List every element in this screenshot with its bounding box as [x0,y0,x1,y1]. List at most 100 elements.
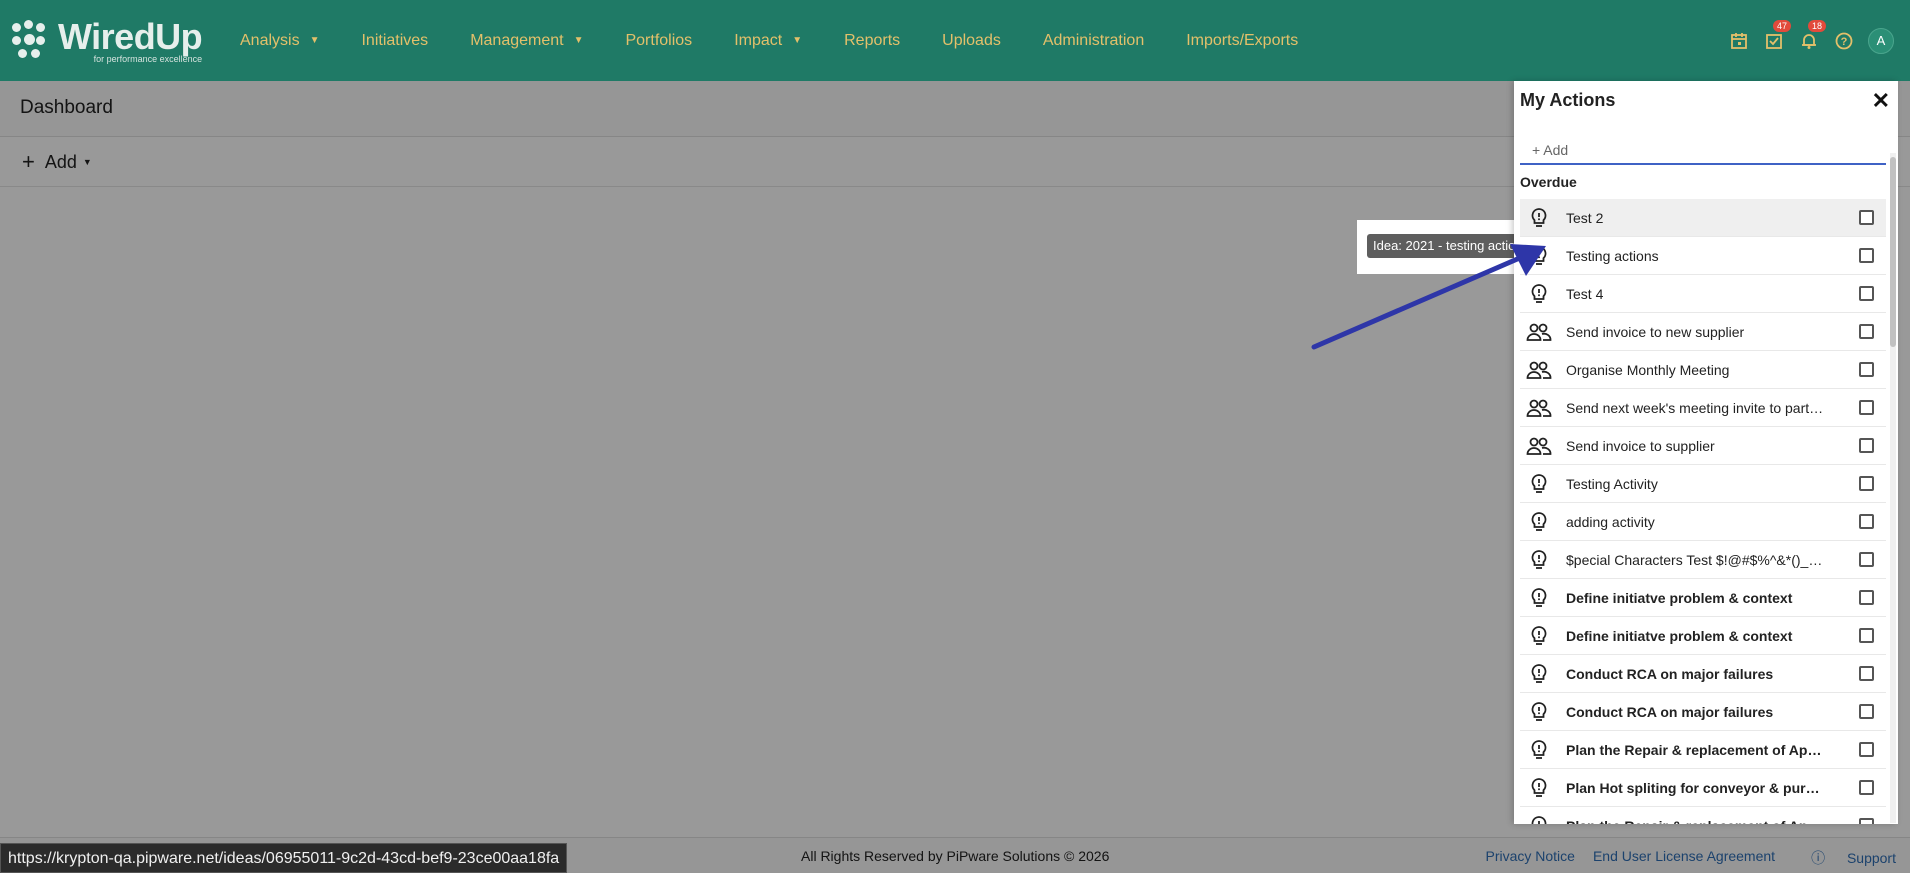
logo-tagline: for performance excellence [93,54,203,64]
action-list-item[interactable]: Send next week's meeting invite to parti… [1520,389,1886,427]
lightbulb-icon [1524,199,1554,237]
action-list-item[interactable]: $pecial Characters Test $!@#$%^&*()_+… [1520,541,1886,579]
caret-down-icon: ▼ [792,35,803,46]
action-complete-checkbox[interactable] [1859,248,1874,263]
action-complete-checkbox[interactable] [1859,400,1874,415]
nav-portfolios[interactable]: Portfolios [625,32,692,50]
action-complete-checkbox[interactable] [1859,438,1874,453]
nav-uploads[interactable]: Uploads [942,32,1001,50]
action-title[interactable]: Plan the Repair & replacement of Apro… [1566,742,1826,758]
nav-label: Impact [734,31,783,49]
lightbulb-icon [1524,465,1554,503]
action-complete-checkbox[interactable] [1859,210,1874,225]
action-list-item[interactable]: Test 4 [1520,275,1886,313]
nav-impact[interactable]: Impact ▼ [734,32,802,50]
panel-title: My Actions [1520,90,1616,110]
lightbulb-icon [1524,617,1554,655]
action-title[interactable]: Organise Monthly Meeting [1566,362,1826,378]
action-title[interactable]: Plan the Repair & replacement of Apro… [1566,818,1826,825]
nav-label: Portfolios [625,31,693,49]
action-title[interactable]: Testing actions [1566,248,1826,264]
nav-label: Imports/Exports [1186,31,1299,49]
action-title[interactable]: Conduct RCA on major failures [1566,666,1826,682]
logo-wordmark: WiredUp [58,16,203,57]
help-icon[interactable]: ? [1834,31,1854,51]
panel-scrollbar-thumb[interactable] [1890,157,1896,347]
nav-initiatives[interactable]: Initiatives [361,32,428,50]
action-title[interactable]: Send invoice to new supplier [1566,324,1826,340]
action-complete-checkbox[interactable] [1859,590,1874,605]
action-title[interactable]: Define initiatve problem & context [1566,628,1826,644]
action-title[interactable]: Plan Hot spliting for conveyor & purcha… [1566,780,1826,796]
action-complete-checkbox[interactable] [1859,324,1874,339]
lightbulb-icon [1524,769,1554,807]
action-complete-checkbox[interactable] [1859,666,1874,681]
people-icon [1524,427,1554,465]
action-title[interactable]: Send invoice to supplier [1566,438,1826,454]
action-list-item[interactable]: adding activity [1520,503,1886,541]
svg-text:?: ? [1841,36,1848,48]
action-title[interactable]: $pecial Characters Test $!@#$%^&*()_+… [1566,552,1826,568]
nav-imports-exports[interactable]: Imports/Exports [1186,32,1298,50]
caret-down-icon: ▼ [309,35,320,46]
action-list-item[interactable]: Define initiatve problem & context [1520,579,1886,617]
lightbulb-icon [1524,541,1554,579]
action-complete-checkbox[interactable] [1859,742,1874,757]
logo-dots-icon [12,20,54,62]
nav-reports[interactable]: Reports [844,32,900,50]
action-list-item[interactable]: Testing actions [1520,237,1886,275]
nav-label: Administration [1042,31,1145,49]
action-complete-checkbox[interactable] [1859,286,1874,301]
action-title[interactable]: Test 4 [1566,286,1826,302]
action-list-item[interactable]: Plan Hot spliting for conveyor & purcha… [1520,769,1886,807]
action-list-item[interactable]: Organise Monthly Meeting [1520,351,1886,389]
action-title[interactable]: Test 2 [1566,210,1826,226]
action-complete-checkbox[interactable] [1859,476,1874,491]
action-complete-checkbox[interactable] [1859,818,1874,824]
action-list-item[interactable]: Conduct RCA on major failures [1520,655,1886,693]
action-complete-checkbox[interactable] [1859,704,1874,719]
action-list-item[interactable]: Test 2 [1520,199,1886,237]
action-title[interactable]: Conduct RCA on major failures [1566,704,1826,720]
action-complete-checkbox[interactable] [1859,628,1874,643]
tasks-badge: 47 [1773,19,1792,32]
nav-label: Initiatives [361,31,429,49]
bell-icon[interactable]: 18 [1799,19,1827,51]
action-list-item[interactable]: Testing Activity [1520,465,1886,503]
nav-management[interactable]: Management ▼ [470,32,583,50]
action-list-item[interactable]: Send invoice to supplier [1520,427,1886,465]
nav-analysis[interactable]: Analysis ▼ [240,32,319,50]
task-check-icon[interactable]: 47 [1764,19,1792,51]
add-action-input[interactable] [1520,137,1886,165]
action-list-item[interactable]: Plan the Repair & replacement of Apro… [1520,731,1886,769]
lightbulb-icon [1524,579,1554,617]
action-title[interactable]: Testing Activity [1566,476,1826,492]
action-list-item[interactable]: Define initiatve problem & context [1520,617,1886,655]
action-complete-checkbox[interactable] [1859,362,1874,377]
action-title[interactable]: Send next week's meeting invite to parti… [1566,400,1826,416]
lightbulb-icon [1524,503,1554,541]
nav-label: Analysis [240,31,300,49]
action-title[interactable]: adding activity [1566,514,1826,530]
action-complete-checkbox[interactable] [1859,780,1874,795]
section-overdue: Overdue [1520,174,1577,190]
people-icon [1524,389,1554,427]
action-list-item[interactable]: Send invoice to new supplier [1520,313,1886,351]
annotation-arrow [1311,244,1546,350]
action-complete-checkbox[interactable] [1859,552,1874,567]
close-icon[interactable]: ✕ [1872,88,1890,114]
user-avatar[interactable]: A [1868,27,1894,54]
nav-label: Reports [844,31,901,49]
nav-administration[interactable]: Administration [1043,32,1144,50]
action-list-item[interactable]: Conduct RCA on major failures [1520,693,1886,731]
action-complete-checkbox[interactable] [1859,514,1874,529]
wiredup-logo[interactable]: WiredUp for performance excellence [12,14,217,68]
lightbulb-icon [1524,731,1554,769]
action-list-item[interactable]: Plan the Repair & replacement of Apro… [1520,807,1886,824]
top-navigation-bar: WiredUp for performance excellence Analy… [0,0,1910,81]
lightbulb-icon [1524,693,1554,731]
action-title[interactable]: Define initiatve problem & context [1566,590,1826,606]
nav-label: Uploads [942,31,1001,49]
my-actions-panel: My Actions ✕ Overdue Test 2 Testing actio… [1514,81,1898,824]
calendar-icon[interactable] [1729,31,1749,51]
